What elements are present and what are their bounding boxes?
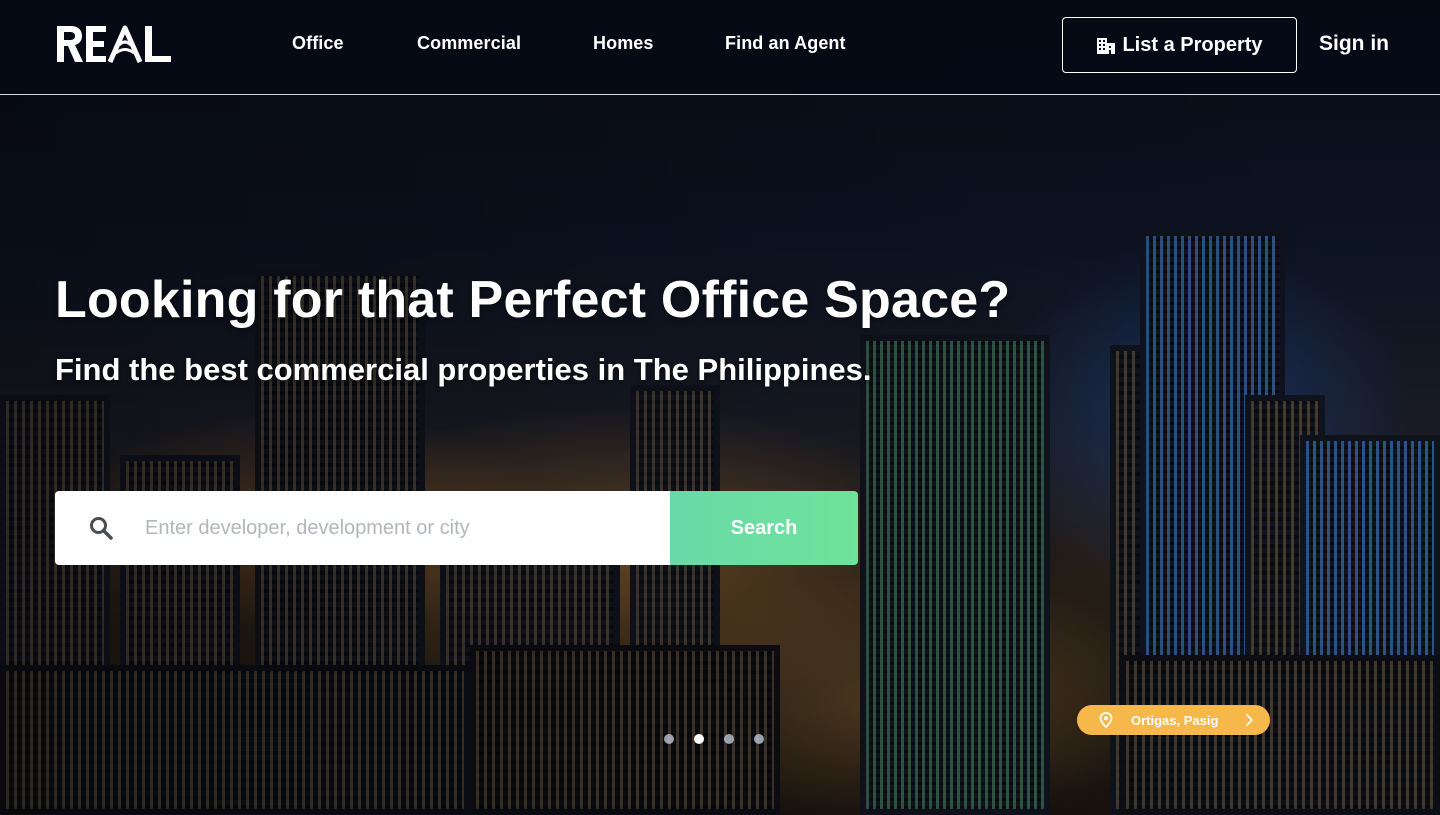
search-button[interactable]: Search [670,491,858,565]
carousel-dot-3[interactable] [724,734,734,744]
carousel-dot-2-active[interactable] [694,734,704,744]
sign-in-link[interactable]: Sign in [1319,32,1389,56]
search-input[interactable] [145,509,645,547]
nav-homes[interactable]: Homes [593,33,654,54]
nav-office[interactable]: Office [292,33,344,54]
carousel-dot-1[interactable] [664,734,674,744]
map-pin-icon [1099,712,1113,728]
search-bar [55,491,670,565]
carousel-dots [664,734,764,744]
nav-find-an-agent[interactable]: Find an Agent [725,33,846,54]
site-header: Office Commercial Homes Find an Agent Li… [0,0,1440,95]
location-label: Ortigas, Pasig [1131,712,1219,728]
list-property-button[interactable]: List a Property [1062,17,1297,73]
real-logo[interactable] [55,22,173,66]
list-property-label: List a Property [1122,33,1263,56]
nav-commercial[interactable]: Commercial [417,33,521,54]
hero-background [0,0,1440,815]
hero-headline: Looking for that Perfect Office Space? [55,271,1011,329]
location-pill[interactable]: Ortigas, Pasig [1077,705,1270,735]
chevron-right-icon [1246,714,1253,726]
building-icon [1097,38,1116,54]
carousel-dot-4[interactable] [754,734,764,744]
search-icon [90,517,113,540]
logo-mark [57,25,171,64]
hero-subheadline: Find the best commercial properties in T… [55,352,872,387]
